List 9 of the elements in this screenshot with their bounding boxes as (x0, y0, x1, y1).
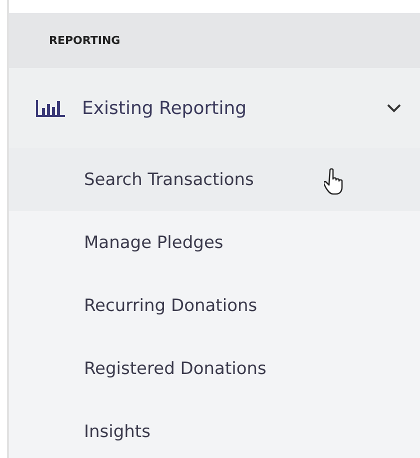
bar-chart-icon (36, 99, 66, 117)
section-title: REPORTING (49, 34, 120, 47)
submenu-item[interactable]: Manage Pledges (9, 211, 420, 274)
menu-group-item[interactable]: Existing Reporting (9, 68, 420, 148)
chevron-icon (386, 103, 402, 113)
submenu-item[interactable]: Insights (9, 400, 420, 458)
submenu-item[interactable]: Recurring Donations (9, 274, 420, 337)
submenu-item[interactable]: Registered Donations (9, 337, 420, 400)
submenu-item[interactable]: Search Transactions (9, 148, 420, 211)
